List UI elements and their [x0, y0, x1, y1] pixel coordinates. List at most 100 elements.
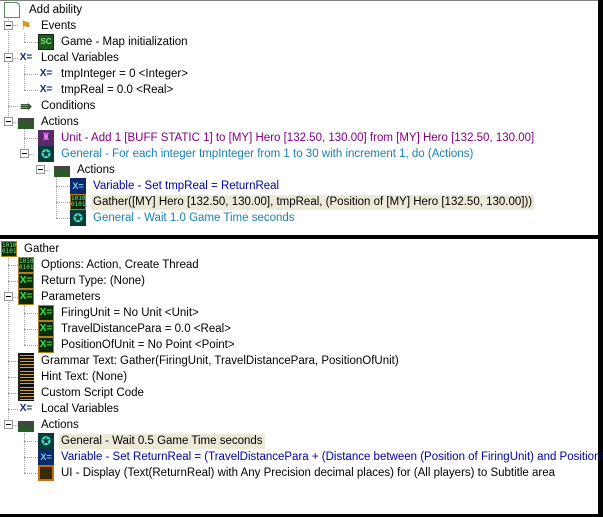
binary-function-icon: 1010 0101	[18, 257, 34, 273]
tree-node-variable[interactable]: X= tmpInteger = 0 <Integer>	[38, 66, 190, 82]
variable-icon: X=	[38, 337, 54, 353]
tree-line	[24, 313, 38, 314]
tree-node-wait[interactable]: ✪ General - Wait 1.0 Game Time seconds	[70, 210, 297, 226]
variable-icon: X=	[70, 178, 86, 194]
collapse-toggle[interactable]	[4, 53, 13, 62]
tree-label: Parameters	[41, 290, 101, 303]
tree-node-parameter[interactable]: X= PositionOfUnit = No Point <Point>	[38, 337, 237, 353]
tree-line	[8, 377, 18, 378]
tree-label: Variable - Set tmpReal = ReturnReal	[93, 179, 280, 192]
clapperboard-icon	[54, 166, 70, 177]
text-lines-icon	[18, 369, 34, 385]
tree-root-add-ability[interactable]: Add ability	[2, 2, 84, 18]
tree-node-unit-action[interactable]: ♜ Unit - Add 1 [BUFF STATIC 1] to [MY] H…	[38, 130, 536, 146]
variable-icon: X=	[38, 449, 54, 465]
variable-icon: X=	[19, 52, 33, 63]
clapperboard-icon	[18, 421, 34, 432]
text-lines-icon	[18, 353, 34, 369]
tree-label: Local Variables	[41, 51, 119, 64]
tree-label: Hint Text: (None)	[41, 370, 128, 383]
tree-node-parameter[interactable]: X= FiringUnit = No Unit <Unit>	[38, 305, 201, 321]
tree-node-local-variables[interactable]: X= Local Variables	[18, 401, 121, 417]
collapse-toggle[interactable]	[36, 165, 45, 174]
tree-node-events[interactable]: ⚑ Events	[18, 18, 78, 34]
tree-node-event-item[interactable]: SC Game - Map initialization	[38, 34, 190, 50]
collapse-toggle[interactable]	[4, 420, 13, 429]
tree-node-ui-display[interactable]: UI - Display (Text(ReturnReal) with Any …	[38, 465, 557, 481]
collapse-toggle[interactable]	[4, 21, 13, 30]
tree-label: Options: Action, Create Thread	[41, 258, 199, 271]
tree-node-variable-action[interactable]: X= Variable - Set tmpReal = ReturnReal	[70, 178, 281, 194]
tree-root-gather[interactable]: 1010 0101 Gather	[1, 241, 61, 257]
tree-label: Conditions	[41, 99, 96, 112]
tree-label: Events	[41, 19, 77, 32]
tree-label: PositionOfUnit = No Point <Point>	[61, 338, 235, 351]
tree-line	[24, 90, 38, 91]
tree-label: FiringUnit = No Unit <Unit>	[61, 306, 199, 319]
unit-icon: ♜	[38, 130, 54, 146]
tree-node-parameters[interactable]: X= Parameters	[18, 289, 102, 305]
tree-label: Return Type: (None)	[41, 274, 145, 287]
tree-line	[24, 473, 38, 474]
tree-label: Actions	[41, 418, 79, 431]
tree-line	[8, 393, 18, 394]
binary-function-icon: 1010 0101	[70, 194, 86, 210]
tree-node-grammar-text[interactable]: Grammar Text: Gather(FiringUnit, TravelD…	[18, 353, 401, 369]
variable-icon: X=	[38, 321, 54, 337]
tree-label: UI - Display (Text(ReturnReal) with Any …	[61, 466, 556, 479]
general-icon: ✪	[38, 146, 54, 162]
tree-label: Actions	[77, 163, 115, 176]
tree-line	[24, 305, 25, 345]
tree-node-for-each[interactable]: ✪ General - For each integer tmpInteger …	[38, 146, 475, 162]
conditions-arrow-icon: ⇛	[20, 98, 32, 114]
tree-label: Variable - Set ReturnReal = (TravelDista…	[61, 450, 603, 463]
tree-line	[24, 65, 25, 90]
tree-label: Gather	[24, 242, 60, 255]
tree-node-conditions[interactable]: ⇛ Conditions	[18, 98, 97, 114]
document-icon	[4, 2, 20, 18]
variable-icon: X=	[18, 289, 34, 305]
tree-label: Add ability	[29, 3, 83, 16]
tree-node-variable[interactable]: X= tmpReal = 0.0 <Real>	[38, 82, 175, 98]
general-icon: ✪	[70, 210, 86, 226]
tree-label: Grammar Text: Gather(FiringUnit, TravelD…	[41, 354, 399, 367]
tree-line	[24, 441, 38, 442]
binary-function-icon: 1010 0101	[1, 241, 17, 257]
tree-node-wait[interactable]: ✪ General - Wait 0.5 Game Time seconds	[38, 433, 265, 449]
variable-icon: X=	[39, 68, 53, 79]
variable-icon: X=	[39, 84, 53, 95]
tree-node-custom-script[interactable]: Custom Script Code	[18, 385, 146, 401]
tree-node-variable-action[interactable]: X= Variable - Set ReturnReal = (TravelDi…	[38, 449, 603, 465]
tree-line	[56, 202, 70, 203]
tree-node-gather-call[interactable]: 1010 0101 Gather([MY] Hero [132.50, 130.0…	[70, 194, 535, 210]
general-icon: ✪	[38, 433, 54, 449]
tree-line	[8, 17, 9, 124]
function-tree-panel[interactable]: 1010 0101 Gather 1010 0101 Options: Action…	[0, 239, 603, 514]
tree-label: tmpInteger = 0 <Integer>	[61, 67, 188, 80]
tree-node-local-variables[interactable]: X= Local Variables	[18, 50, 121, 66]
tree-label: Unit - Add 1 [BUFF STATIC 1] to [MY] Her…	[61, 131, 535, 144]
ui-display-icon	[38, 465, 54, 481]
collapse-toggle[interactable]	[20, 149, 29, 158]
tree-line	[24, 138, 38, 139]
clapperboard-icon	[18, 118, 34, 129]
tree-label: Game - Map initialization	[61, 35, 188, 48]
collapse-toggle[interactable]	[4, 292, 13, 301]
tree-node-actions[interactable]: Actions	[18, 417, 81, 433]
tree-line	[56, 218, 70, 219]
tree-node-parameter[interactable]: X= TravelDistancePara = 0.0 <Real>	[38, 321, 233, 337]
tree-line	[24, 329, 38, 330]
tree-label: Local Variables	[41, 402, 119, 415]
tree-node-hint-text[interactable]: Hint Text: (None)	[18, 369, 129, 385]
tree-node-options[interactable]: 1010 0101 Options: Action, Create Thread	[18, 257, 201, 273]
tree-line	[8, 409, 18, 410]
tree-label: General - Wait 1.0 Game Time seconds	[93, 211, 295, 224]
tree-node-return-type[interactable]: X= Return Type: (None)	[18, 273, 147, 289]
tree-label: Actions	[41, 115, 79, 128]
text-lines-icon	[18, 385, 34, 401]
collapse-toggle[interactable]	[4, 117, 13, 126]
tree-node-inner-actions[interactable]: Actions	[54, 162, 117, 178]
tree-line	[24, 433, 25, 473]
tree-node-actions[interactable]: Actions	[18, 114, 81, 130]
trigger-tree-panel[interactable]: Add ability ⚑ Events SC Game - Map initi…	[0, 0, 598, 235]
